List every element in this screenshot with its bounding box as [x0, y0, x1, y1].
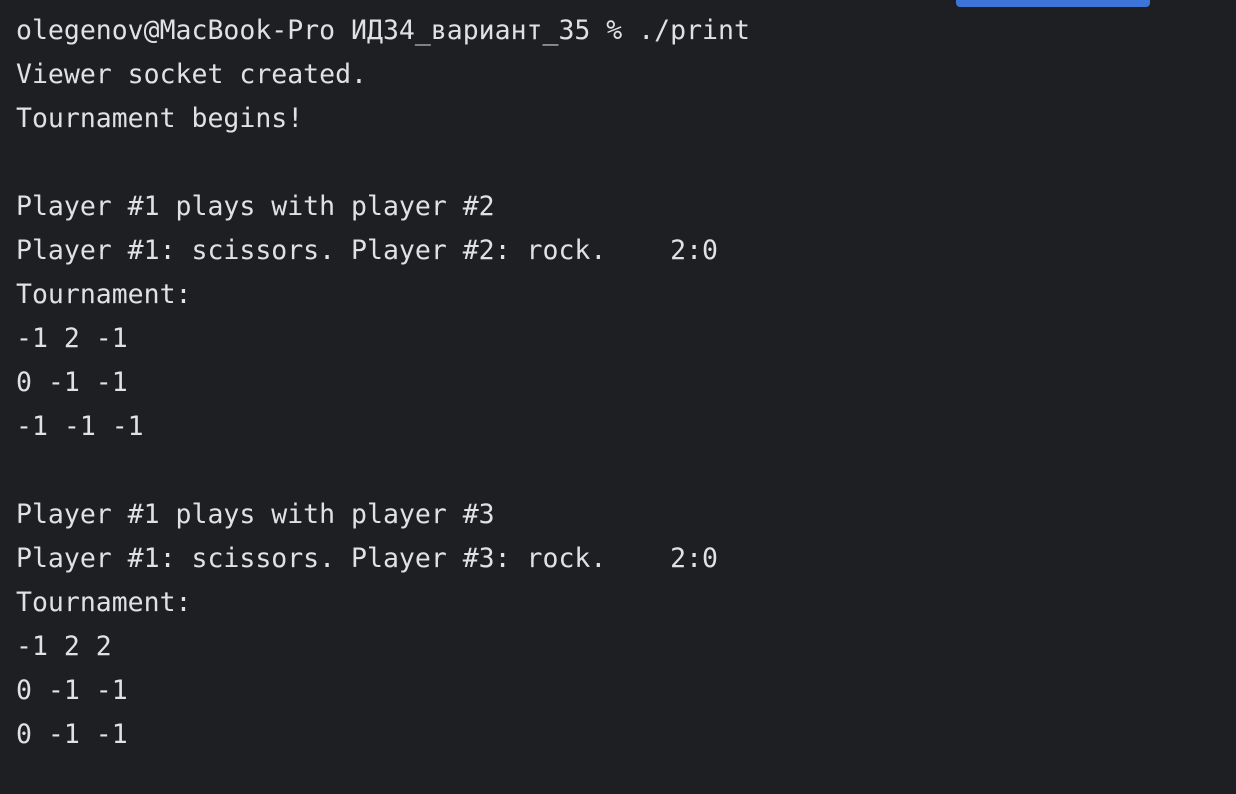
output-line: Tournament begins! [16, 103, 304, 134]
output-line: Player #1 plays with player #2 [16, 191, 495, 222]
matrix-row: 0 -1 -1 [16, 367, 128, 398]
matrix-row: 0 -1 -1 [16, 719, 128, 750]
output-line: Player #1: scissors. Player #3: rock. 2:… [16, 543, 718, 574]
output-line: Tournament: [16, 279, 192, 310]
prompt-line: olegenov@MacBook-Pro ИД34_вариант_35 % .… [16, 15, 750, 46]
terminal-output: olegenov@MacBook-Pro ИД34_вариант_35 % .… [16, 14, 1236, 762]
output-line: Player #1: scissors. Player #2: rock. 2:… [16, 235, 718, 266]
output-line: Viewer socket created. [16, 59, 367, 90]
matrix-row: -1 -1 -1 [16, 411, 144, 442]
matrix-row: 0 -1 -1 [16, 675, 128, 706]
matrix-row: -1 2 -1 [16, 323, 128, 354]
matrix-row: -1 2 2 [16, 631, 112, 662]
terminal-window[interactable]: olegenov@MacBook-Pro ИД34_вариант_35 % .… [0, 0, 1236, 794]
output-line: Tournament: [16, 587, 192, 618]
active-tab-indicator [956, 0, 1150, 7]
output-line: Player #1 plays with player #3 [16, 499, 495, 530]
